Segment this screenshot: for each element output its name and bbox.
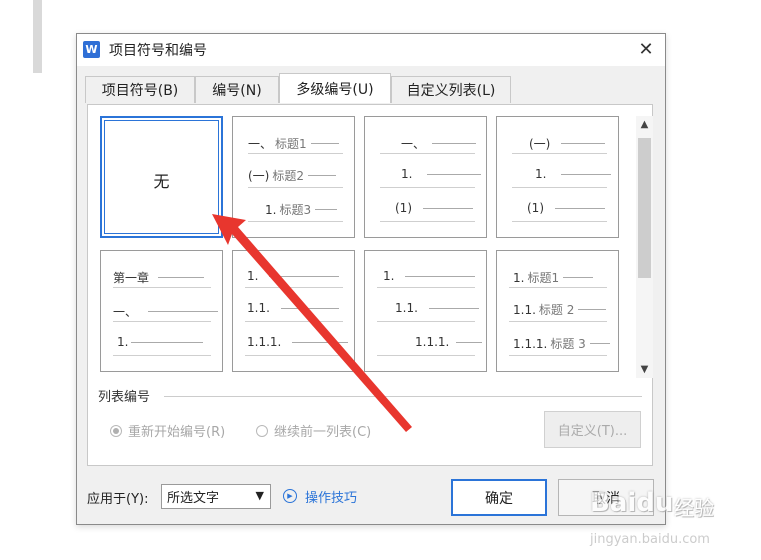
watermark-cn: 经验 [674, 496, 714, 520]
baidu-watermark: Baidu 经验 jingyan.baidu.com [590, 488, 760, 558]
watermark-url: jingyan.baidu.com [590, 532, 710, 547]
watermark-logo: Baidu [590, 488, 674, 518]
tab-multilevel[interactable]: 多级编号(U) [279, 73, 391, 103]
annotation-arrow-shape [212, 214, 412, 432]
